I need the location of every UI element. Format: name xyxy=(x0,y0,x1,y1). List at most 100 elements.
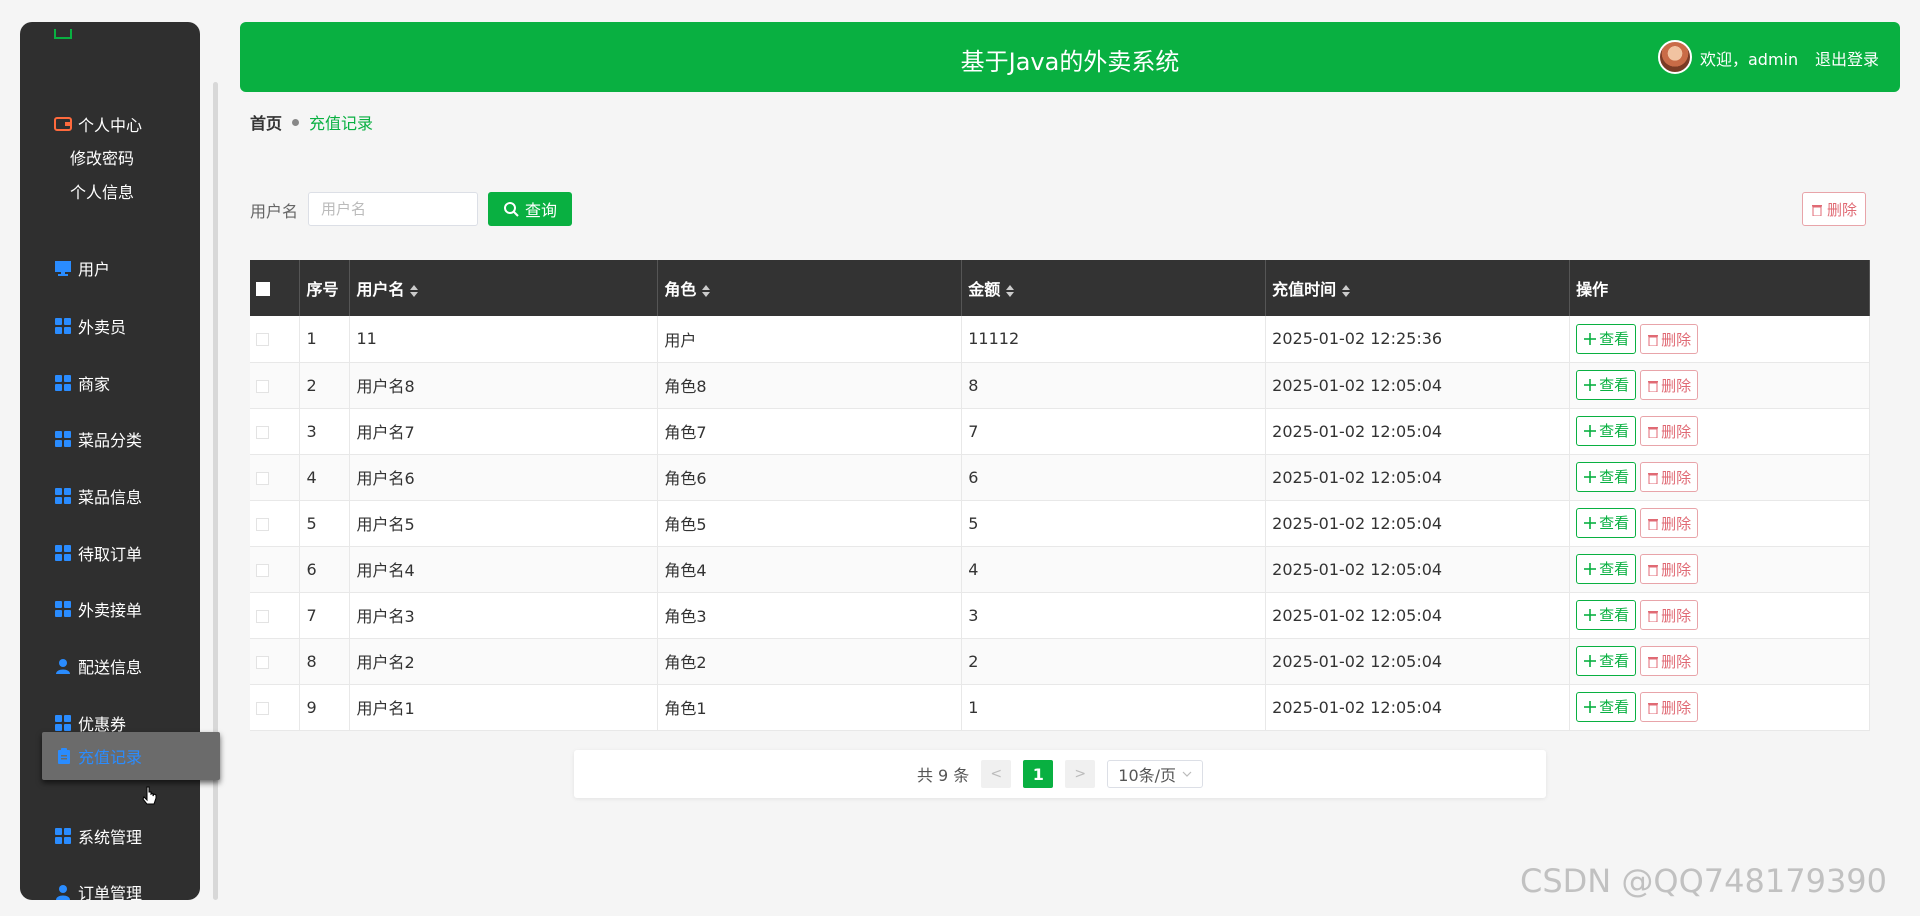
cell-role: 角色4 xyxy=(657,546,963,593)
view-button[interactable]: 查看 xyxy=(1576,323,1637,354)
view-button[interactable]: 查看 xyxy=(1576,415,1637,446)
cell-username: 用户名2 xyxy=(349,638,659,685)
cell-username: 用户名8 xyxy=(349,362,659,409)
row-checkbox[interactable] xyxy=(256,471,269,485)
view-button-label: 查看 xyxy=(1599,698,1630,717)
cell-index: 4 xyxy=(299,454,351,501)
sidebar-item-dish-info[interactable]: 菜品信息 xyxy=(20,476,200,516)
grid-icon xyxy=(54,374,72,392)
row-checkbox[interactable] xyxy=(256,379,269,393)
row-checkbox[interactable] xyxy=(256,655,269,669)
select-all-checkbox[interactable] xyxy=(256,282,270,296)
sidebar-item-order-management[interactable]: 订单管理 xyxy=(20,872,200,900)
delete-button-label: 删除 xyxy=(1661,514,1692,533)
delete-button[interactable]: 删除 xyxy=(1640,462,1699,493)
cell-role: 角色5 xyxy=(657,500,963,547)
cell-amount: 6 xyxy=(961,454,1267,501)
cell-role: 角色7 xyxy=(657,408,963,455)
view-button[interactable]: 查看 xyxy=(1576,691,1637,722)
grid-icon xyxy=(54,487,72,505)
column-header-label: 用户名 xyxy=(356,280,405,299)
sidebar-item-pending-orders[interactable]: 待取订单 xyxy=(20,533,200,573)
view-button[interactable]: 查看 xyxy=(1576,645,1637,676)
sidebar-item-merchants[interactable]: 商家 xyxy=(20,363,200,403)
delete-button-label: 删除 xyxy=(1661,376,1692,395)
column-header-recharge-time[interactable]: 充值时间 xyxy=(1265,260,1571,316)
sidebar-item-accept-orders[interactable]: 外卖接单 xyxy=(20,589,200,629)
delete-button[interactable]: 删除 xyxy=(1640,692,1699,723)
delete-button[interactable]: 删除 xyxy=(1640,554,1699,585)
sidebar-item-label: 待取订单 xyxy=(78,545,143,564)
column-header-role[interactable]: 角色 xyxy=(657,260,963,316)
cell-role: 角色2 xyxy=(657,638,963,685)
row-checkbox[interactable] xyxy=(256,563,269,577)
sidebar-item-dish-categories[interactable]: 菜品分类 xyxy=(20,419,200,459)
grid-icon xyxy=(54,714,72,732)
sort-icon[interactable] xyxy=(1342,284,1351,297)
delete-button[interactable]: 删除 xyxy=(1640,324,1699,354)
trash-icon xyxy=(1811,204,1822,216)
logout-link[interactable]: 退出登录 xyxy=(1815,46,1879,70)
pagination-current-page[interactable]: 1 xyxy=(1023,760,1054,788)
recharge-records-table: 序号 用户名 角色 金额 充值时间 操作 1 11 用户 11112 2025-01-0… xyxy=(250,260,1870,731)
cell-recharge-time: 2025-01-02 12:05:04 xyxy=(1265,408,1571,455)
sidebar-item-system-management[interactable]: 系统管理 xyxy=(20,816,200,856)
row-checkbox[interactable] xyxy=(256,333,269,347)
delete-button-label: 删除 xyxy=(1661,698,1692,717)
delete-button[interactable]: 删除 xyxy=(1640,416,1699,447)
cell-recharge-time: 2025-01-02 12:05:04 xyxy=(1265,454,1571,501)
pagination-prev-button[interactable]: < xyxy=(981,760,1012,788)
sort-icon[interactable] xyxy=(1006,284,1015,297)
cell-username: 用户名1 xyxy=(349,684,659,731)
column-header-index: 序号 xyxy=(299,260,351,316)
delete-button[interactable]: 删除 xyxy=(1640,370,1699,401)
view-button[interactable]: 查看 xyxy=(1576,461,1637,492)
delete-button[interactable]: 删除 xyxy=(1640,646,1699,677)
sidebar-subitem-personal-info[interactable]: 个人信息 xyxy=(70,179,134,203)
sidebar-item-top-cut[interactable] xyxy=(20,22,200,60)
view-button[interactable]: 查看 xyxy=(1576,369,1637,400)
row-checkbox[interactable] xyxy=(256,425,269,439)
cell-recharge-time: 2025-01-02 12:05:04 xyxy=(1265,592,1571,639)
breadcrumb-home[interactable]: 首页 xyxy=(250,110,282,134)
view-button[interactable]: 查看 xyxy=(1576,599,1637,630)
column-header-amount[interactable]: 金额 xyxy=(961,260,1267,316)
sidebar-item-delivery-info[interactable]: 配送信息 xyxy=(20,646,200,686)
query-button[interactable]: 查询 xyxy=(488,192,572,226)
sidebar-item-personal-center[interactable]: 个人中心 xyxy=(20,104,200,144)
row-checkbox[interactable] xyxy=(256,609,269,623)
view-button[interactable]: 查看 xyxy=(1576,553,1637,584)
grid-icon xyxy=(54,600,72,618)
delete-button[interactable]: 删除 xyxy=(1640,508,1699,539)
sidebar-item-recharge-records[interactable]: 充值记录 xyxy=(42,732,220,780)
sidebar-item-users[interactable]: 用户 xyxy=(20,248,200,288)
chevron-down-icon xyxy=(1182,771,1192,777)
sidebar-item-label: 菜品信息 xyxy=(78,488,143,507)
pagination-next-button[interactable]: > xyxy=(1065,760,1096,788)
cell-amount: 11112 xyxy=(961,316,1267,363)
sidebar-subitem-change-password[interactable]: 修改密码 xyxy=(70,145,134,169)
plus-icon xyxy=(1584,516,1597,529)
trash-icon xyxy=(1648,334,1659,346)
sidebar-item-couriers[interactable]: 外卖员 xyxy=(20,306,200,346)
cell-username: 用户名5 xyxy=(349,500,659,547)
sort-icon[interactable] xyxy=(410,284,419,297)
username-search-input[interactable] xyxy=(308,192,478,226)
trash-icon xyxy=(1648,426,1659,438)
row-checkbox[interactable] xyxy=(256,517,269,531)
column-header-username[interactable]: 用户名 xyxy=(349,260,659,316)
sort-icon[interactable] xyxy=(702,284,711,297)
avatar[interactable] xyxy=(1658,40,1692,74)
page-size-select[interactable]: 10条/页 xyxy=(1107,760,1204,788)
view-button-label: 查看 xyxy=(1599,422,1630,441)
plus-icon xyxy=(1584,332,1597,345)
trash-icon xyxy=(1648,702,1659,714)
sidebar-item-label: 外卖接单 xyxy=(78,601,143,620)
view-button[interactable]: 查看 xyxy=(1576,507,1637,538)
cell-actions: 查看 删除 xyxy=(1569,638,1870,685)
grid-icon xyxy=(54,544,72,562)
batch-delete-button[interactable]: 删除 xyxy=(1802,192,1866,226)
row-select-cell xyxy=(250,684,301,731)
row-checkbox[interactable] xyxy=(256,701,269,715)
delete-button[interactable]: 删除 xyxy=(1640,600,1699,631)
